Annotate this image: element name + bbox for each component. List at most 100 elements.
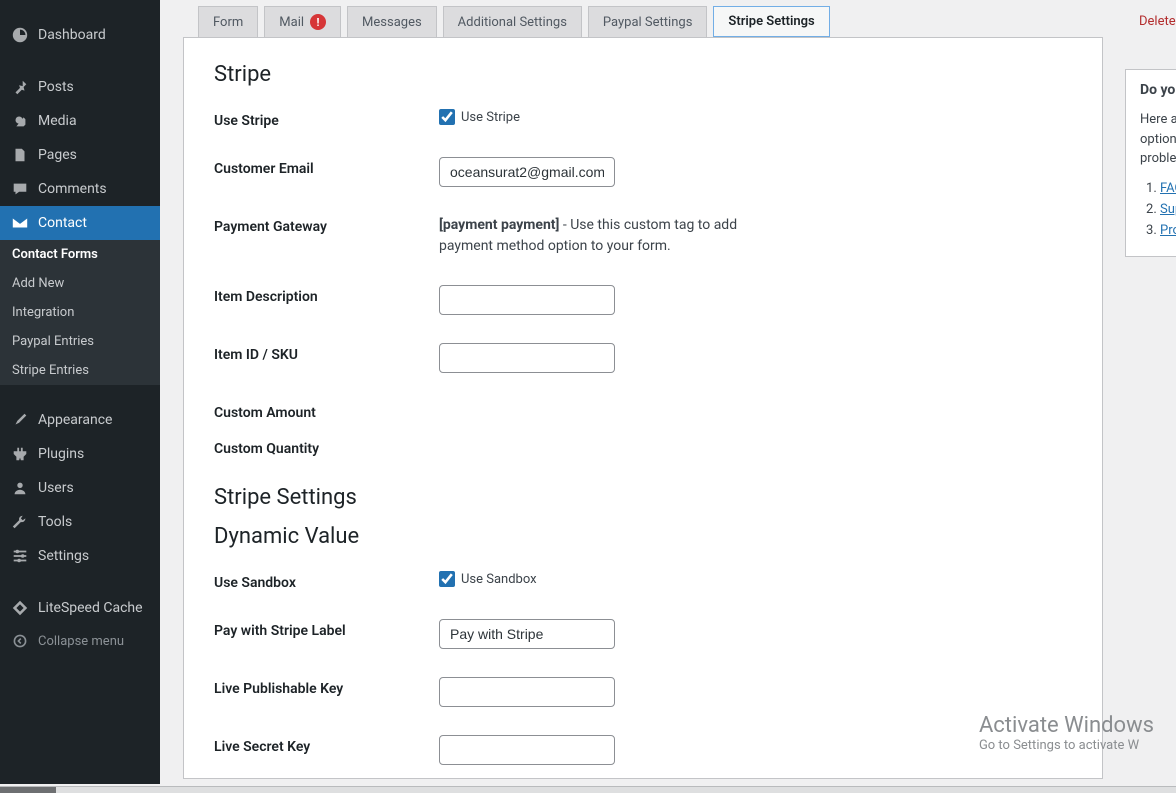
menu-appearance[interactable]: Appearance — [0, 403, 160, 437]
tab-label: Messages — [362, 15, 422, 30]
tab-label: Paypal Settings — [603, 15, 692, 30]
checkbox-label: Use Sandbox — [461, 572, 537, 587]
input-live-secret-key[interactable] — [439, 735, 615, 765]
help-box: Do you need help? Here are some availabl… — [1125, 69, 1176, 257]
pin-icon — [10, 78, 30, 96]
input-stripe-button-label[interactable] — [439, 619, 615, 649]
help-item-support: Support forums — [1160, 202, 1176, 217]
menu-pages[interactable]: Pages — [0, 138, 160, 172]
input-live-publishable-key[interactable] — [439, 677, 615, 707]
alert-icon: ! — [310, 14, 326, 30]
menu-label: Posts — [38, 79, 74, 95]
sliders-icon — [10, 547, 30, 565]
menu-label: Contact — [38, 215, 87, 231]
admin-sidebar: Dashboard Posts Media Pages Comments Con… — [0, 0, 160, 784]
delete-link[interactable]: Delete — [1125, 0, 1176, 29]
link-support[interactable]: Support forums — [1160, 202, 1176, 217]
menu-media[interactable]: Media — [0, 104, 160, 138]
section-heading-stripe-settings: Stripe Settings — [214, 485, 1072, 510]
tab-stripe-settings[interactable]: Stripe Settings — [713, 6, 829, 37]
tab-label: Stripe Settings — [728, 14, 814, 29]
menu-litespeed[interactable]: LiteSpeed Cache — [0, 591, 160, 625]
litespeed-icon — [10, 599, 30, 617]
tab-bar: Form Mail ! Messages Additional Settings… — [198, 6, 1176, 37]
mail-icon — [10, 214, 30, 232]
menu-dashboard[interactable]: Dashboard — [0, 18, 160, 52]
brush-icon — [10, 411, 30, 429]
media-icon — [10, 112, 30, 130]
menu-label: LiteSpeed Cache — [38, 600, 143, 616]
input-customer-email[interactable] — [439, 157, 615, 187]
input-item-sku[interactable] — [439, 343, 615, 373]
tab-label: Additional Settings — [458, 15, 567, 30]
submenu-paypal-entries[interactable]: Paypal Entries — [0, 327, 160, 356]
input-item-description[interactable] — [439, 285, 615, 315]
tab-messages[interactable]: Messages — [347, 6, 437, 37]
help-item-pro: Professional services — [1160, 223, 1176, 238]
stripe-settings-panel: Stripe Use Stripe Use Stripe Customer Em… — [183, 37, 1103, 779]
checkbox-label: Use Stripe — [461, 110, 520, 125]
section-heading-dynamic-value: Dynamic Value — [214, 524, 1072, 549]
menu-plugins[interactable]: Plugins — [0, 437, 160, 471]
submenu-contact: Contact Forms Add New Integration Paypal… — [0, 240, 160, 385]
link-faq[interactable]: FAQ — [1160, 181, 1176, 196]
link-pro[interactable]: Professional services — [1160, 223, 1176, 238]
collapse-icon — [10, 633, 30, 649]
tab-form[interactable]: Form — [198, 6, 258, 37]
checkbox-use-stripe[interactable] — [439, 109, 455, 125]
menu-label: Appearance — [38, 412, 112, 428]
menu-label: Plugins — [38, 446, 84, 462]
right-column: Delete Do you need help? Here are some a… — [1125, 0, 1176, 257]
menu-tools[interactable]: Tools — [0, 505, 160, 539]
menu-settings[interactable]: Settings — [0, 539, 160, 573]
help-item-faq: FAQ and docs — [1160, 181, 1176, 196]
payment-gateway-hint: [payment payment] - Use this custom tag … — [439, 215, 759, 257]
label-live-secret-key: Live Secret Key — [214, 735, 439, 755]
menu-label: Dashboard — [38, 27, 106, 43]
label-live-publishable-key: Live Publishable Key — [214, 677, 439, 697]
label-customer-email: Customer Email — [214, 157, 439, 177]
menu-label: Settings — [38, 548, 89, 564]
help-heading: Do you need help? — [1140, 82, 1176, 98]
menu-contact[interactable]: Contact — [0, 206, 160, 240]
menu-label: Pages — [38, 147, 77, 163]
dashboard-icon — [10, 26, 30, 44]
checkbox-use-sandbox[interactable] — [439, 571, 455, 587]
label-custom-amount: Custom Amount — [214, 401, 439, 421]
label-item-sku: Item ID / SKU — [214, 343, 439, 363]
wrench-icon — [10, 513, 30, 531]
menu-comments[interactable]: Comments — [0, 172, 160, 206]
bottom-strip — [0, 786, 1176, 793]
section-heading-stripe: Stripe — [214, 62, 1072, 87]
menu-posts[interactable]: Posts — [0, 70, 160, 104]
collapse-menu[interactable]: Collapse menu — [0, 625, 160, 657]
label-stripe-button-text: Pay with Stripe Label — [214, 619, 439, 639]
label-payment-gateway: Payment Gateway — [214, 215, 439, 235]
bottom-strip-dark — [0, 787, 56, 793]
content-area: Form Mail ! Messages Additional Settings… — [160, 0, 1176, 784]
label-item-description: Item Description — [214, 285, 439, 305]
plugin-icon — [10, 445, 30, 463]
menu-label: Tools — [38, 514, 72, 530]
tab-label: Form — [213, 15, 243, 30]
label-use-sandbox: Use Sandbox — [214, 571, 439, 591]
user-icon — [10, 479, 30, 497]
tab-additional-settings[interactable]: Additional Settings — [443, 6, 582, 37]
comment-icon — [10, 180, 30, 198]
label-custom-quantity: Custom Quantity — [214, 437, 439, 457]
submenu-add-new[interactable]: Add New — [0, 269, 160, 298]
label-use-stripe: Use Stripe — [214, 109, 439, 129]
menu-label: Media — [38, 113, 77, 129]
payment-tag: [payment payment] — [439, 217, 559, 233]
help-intro: Here are some available options to solve… — [1140, 110, 1176, 169]
tab-label: Mail — [279, 15, 304, 30]
tab-mail[interactable]: Mail ! — [264, 6, 341, 37]
submenu-integration[interactable]: Integration — [0, 298, 160, 327]
menu-label: Users — [38, 480, 74, 496]
tab-paypal-settings[interactable]: Paypal Settings — [588, 6, 707, 37]
menu-users[interactable]: Users — [0, 471, 160, 505]
menu-label: Comments — [38, 181, 107, 197]
submenu-contact-forms[interactable]: Contact Forms — [0, 240, 160, 269]
submenu-stripe-entries[interactable]: Stripe Entries — [0, 356, 160, 385]
pages-icon — [10, 146, 30, 164]
